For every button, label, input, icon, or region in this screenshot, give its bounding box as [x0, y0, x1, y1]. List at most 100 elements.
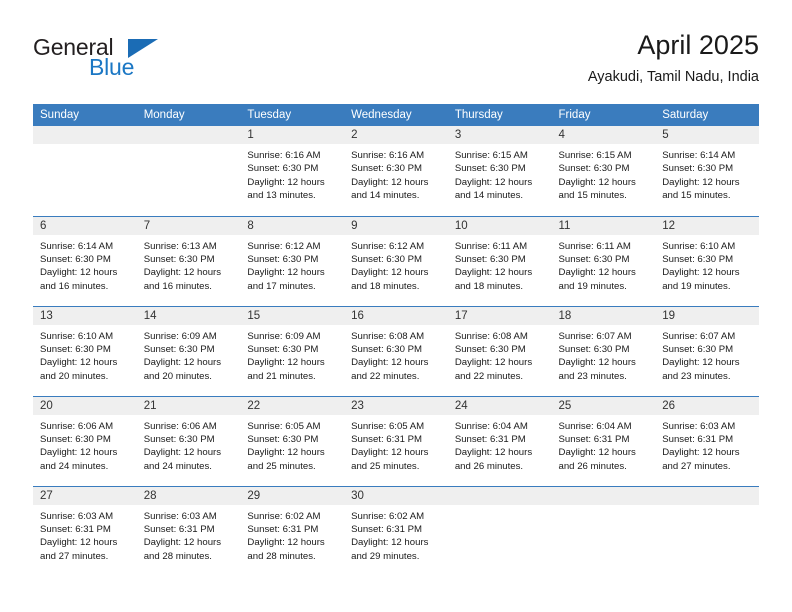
day-detail-line: Daylight: 12 hours [454, 176, 533, 188]
calendar-day-cell[interactable]: 11 Sunrise: 6:11 AM Sunset: 6:30 PM Dayligh… [551, 215, 656, 306]
calendar-day-cell-empty [551, 485, 656, 576]
page-title: April 2025 [637, 30, 759, 60]
calendar-day-cell[interactable]: 13 Sunrise: 6:10 AM Sunset: 6:30 PM Dayligh… [33, 305, 137, 396]
day-number: 28 [136, 486, 241, 505]
calendar-day-cell[interactable]: 24 Sunrise: 6:04 AM Sunset: 6:31 PM Dayligh… [447, 395, 552, 486]
day-detail-line: Daylight: 12 hours [558, 176, 636, 188]
day-detail-line: Sunrise: 6:06 AM [40, 420, 114, 432]
calendar-day-cell[interactable]: 25 Sunrise: 6:04 AM Sunset: 6:31 PM Dayligh… [551, 395, 656, 486]
day-number: 3 [447, 126, 552, 144]
day-details: Sunrise: 6:14 AM Sunset: 6:30 PM Daylight:… [33, 235, 137, 294]
day-number: 15 [240, 306, 345, 325]
calendar-week-row: 6 Sunrise: 6:14 AM Sunset: 6:30 PM Daylight… [33, 215, 759, 306]
day-detail-line: Daylight: 12 hours [143, 537, 222, 549]
calendar-day-cell[interactable]: 2 Sunrise: 6:16 AM Sunset: 6:30 PM Daylight… [344, 126, 448, 216]
day-detail-line: and 13 minutes. [247, 190, 316, 202]
day-number: 2 [344, 126, 448, 144]
calendar-day-cell[interactable]: 19 Sunrise: 6:07 AM Sunset: 6:30 PM Dayligh… [655, 305, 759, 396]
day-details [137, 144, 241, 149]
day-detail-line: and 19 minutes. [662, 280, 731, 292]
day-number: 25 [551, 396, 656, 415]
day-number [136, 126, 241, 144]
calendar-day-cell[interactable]: 20 Sunrise: 6:06 AM Sunset: 6:30 PM Dayligh… [33, 395, 137, 486]
day-detail-line: and 21 minutes. [247, 370, 316, 382]
day-detail-line: and 18 minutes. [454, 280, 524, 292]
day-detail-line: Sunrise: 6:05 AM [351, 420, 425, 432]
calendar-day-cell[interactable]: 10 Sunrise: 6:11 AM Sunset: 6:30 PM Dayligh… [447, 215, 552, 306]
calendar-day-cell[interactable]: 14 Sunrise: 6:09 AM Sunset: 6:30 PM Dayligh… [136, 305, 241, 396]
day-detail-line: Daylight: 12 hours [662, 176, 740, 188]
calendar-day-cell[interactable]: 18 Sunrise: 6:07 AM Sunset: 6:30 PM Dayligh… [551, 305, 656, 396]
day-detail-line: Daylight: 12 hours [351, 537, 429, 549]
day-number: 6 [33, 216, 137, 235]
day-details: Sunrise: 6:15 AM Sunset: 6:30 PM Daylight:… [552, 144, 656, 203]
calendar-day-cell[interactable]: 3 Sunrise: 6:15 AM Sunset: 6:30 PM Daylight… [447, 126, 552, 216]
calendar-day-cell[interactable]: 4 Sunrise: 6:15 AM Sunset: 6:30 PM Daylight… [551, 126, 656, 216]
day-number: 17 [447, 306, 552, 325]
day-detail-line: Daylight: 12 hours [351, 357, 429, 369]
calendar-day-cell[interactable]: 9 Sunrise: 6:12 AM Sunset: 6:30 PM Daylight… [344, 215, 448, 306]
day-details: Sunrise: 6:10 AM Sunset: 6:30 PM Daylight:… [33, 325, 137, 384]
calendar-day-cell[interactable]: 8 Sunrise: 6:12 AM Sunset: 6:30 PM Daylight… [240, 215, 345, 306]
day-detail-line: Daylight: 12 hours [454, 447, 533, 459]
day-detail-line: and 26 minutes. [558, 460, 627, 472]
day-detail-line: Sunset: 6:30 PM [558, 253, 630, 265]
day-detail-line: Sunset: 6:31 PM [247, 523, 319, 535]
day-number: 11 [551, 216, 656, 235]
day-detail-line: Sunrise: 6:03 AM [143, 510, 217, 522]
day-detail-line: Sunrise: 6:10 AM [662, 240, 736, 252]
calendar-day-cell[interactable]: 21 Sunrise: 6:06 AM Sunset: 6:30 PM Dayligh… [136, 395, 241, 486]
day-detail-line: Sunset: 6:30 PM [143, 343, 215, 355]
day-detail-line: Sunrise: 6:15 AM [454, 150, 528, 161]
day-detail-line: Daylight: 12 hours [143, 357, 222, 369]
day-number: 13 [33, 306, 137, 325]
day-detail-line: Daylight: 12 hours [558, 447, 636, 459]
weekday-header-tuesday: Tuesday [240, 104, 345, 126]
calendar-day-cell[interactable]: 23 Sunrise: 6:05 AM Sunset: 6:31 PM Dayligh… [344, 395, 448, 486]
day-number: 26 [655, 396, 759, 415]
day-detail-line: and 15 minutes. [558, 190, 627, 202]
calendar-day-cell[interactable]: 30 Sunrise: 6:02 AM Sunset: 6:31 PM Dayligh… [344, 485, 448, 576]
calendar-day-cell[interactable]: 17 Sunrise: 6:08 AM Sunset: 6:30 PM Dayligh… [447, 305, 552, 396]
calendar-day-cell[interactable]: 7 Sunrise: 6:13 AM Sunset: 6:30 PM Daylight… [136, 215, 241, 306]
day-number: 21 [136, 396, 241, 415]
day-detail-line: and 28 minutes. [247, 550, 316, 562]
calendar-day-cell[interactable]: 22 Sunrise: 6:05 AM Sunset: 6:30 PM Dayligh… [240, 395, 345, 486]
day-details [552, 505, 656, 510]
day-detail-line: and 24 minutes. [40, 460, 109, 472]
day-detail-line: Daylight: 12 hours [351, 447, 429, 459]
day-details [448, 505, 552, 510]
day-detail-line: Sunset: 6:30 PM [558, 343, 630, 355]
day-detail-line: Sunset: 6:30 PM [351, 343, 423, 355]
calendar-day-cell[interactable]: 12 Sunrise: 6:10 AM Sunset: 6:30 PM Dayligh… [655, 215, 759, 306]
day-details: Sunrise: 6:07 AM Sunset: 6:30 PM Daylight:… [552, 325, 656, 384]
day-details: Sunrise: 6:12 AM Sunset: 6:30 PM Daylight:… [240, 235, 344, 294]
day-detail-line: Sunrise: 6:15 AM [558, 150, 632, 161]
day-detail-line: Sunset: 6:30 PM [454, 163, 526, 175]
calendar-day-cell[interactable]: 6 Sunrise: 6:14 AM Sunset: 6:30 PM Daylight… [33, 215, 137, 306]
day-detail-line: Daylight: 12 hours [247, 447, 325, 459]
day-number: 8 [240, 216, 345, 235]
calendar-day-cell[interactable]: 27 Sunrise: 6:03 AM Sunset: 6:31 PM Dayligh… [33, 485, 137, 576]
calendar-day-cell[interactable]: 29 Sunrise: 6:02 AM Sunset: 6:31 PM Dayligh… [240, 485, 345, 576]
day-details: Sunrise: 6:03 AM Sunset: 6:31 PM Daylight:… [655, 415, 759, 474]
calendar-day-cell[interactable]: 26 Sunrise: 6:03 AM Sunset: 6:31 PM Dayligh… [655, 395, 759, 486]
day-detail-line: and 22 minutes. [351, 370, 420, 382]
day-details: Sunrise: 6:11 AM Sunset: 6:30 PM Daylight:… [552, 235, 656, 294]
page-header: General Blue April 2025 Ayakudi, Tamil N… [33, 28, 759, 96]
calendar-day-cell[interactable]: 1 Sunrise: 6:16 AM Sunset: 6:30 PM Daylight… [240, 126, 345, 216]
calendar-day-cell[interactable]: 28 Sunrise: 6:03 AM Sunset: 6:31 PM Dayligh… [136, 485, 241, 576]
day-detail-line: and 26 minutes. [454, 460, 524, 472]
day-detail-line: Sunset: 6:30 PM [40, 253, 111, 265]
day-detail-line: Daylight: 12 hours [558, 357, 636, 369]
calendar-day-cell[interactable]: 15 Sunrise: 6:09 AM Sunset: 6:30 PM Dayligh… [240, 305, 345, 396]
day-number: 22 [240, 396, 345, 415]
day-detail-line: Sunrise: 6:05 AM [247, 420, 321, 432]
calendar-day-cell[interactable]: 16 Sunrise: 6:08 AM Sunset: 6:30 PM Dayligh… [344, 305, 448, 396]
day-number: 10 [447, 216, 552, 235]
calendar-day-cell-empty [447, 485, 552, 576]
day-detail-line: Sunset: 6:30 PM [40, 343, 111, 355]
day-details: Sunrise: 6:13 AM Sunset: 6:30 PM Daylight:… [137, 235, 241, 294]
calendar-day-cell[interactable]: 5 Sunrise: 6:14 AM Sunset: 6:30 PM Daylight… [655, 126, 759, 216]
day-detail-line: Sunrise: 6:08 AM [454, 330, 528, 342]
